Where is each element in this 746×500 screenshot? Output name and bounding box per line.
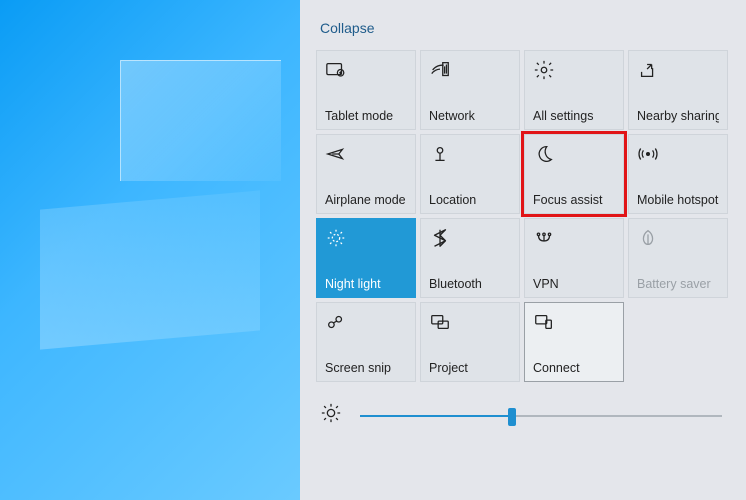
tile-location[interactable]: Location xyxy=(420,134,520,214)
project-icon xyxy=(429,311,451,333)
bluetooth-icon xyxy=(429,227,451,249)
tile-battery-saver[interactable]: Battery saver xyxy=(628,218,728,298)
tile-focus-assist[interactable]: Focus assist xyxy=(524,134,624,214)
tile-label: Nearby sharing xyxy=(637,109,719,123)
tile-tablet-mode[interactable]: Tablet mode xyxy=(316,50,416,130)
moon-icon xyxy=(533,143,555,165)
desktop-wallpaper xyxy=(0,0,300,500)
tile-airplane-mode[interactable]: Airplane mode xyxy=(316,134,416,214)
tile-mobile-hotspot[interactable]: Mobile hotspot xyxy=(628,134,728,214)
quick-action-tiles: Tablet mode Network All settings Nearby … xyxy=(316,50,730,382)
tile-bluetooth[interactable]: Bluetooth xyxy=(420,218,520,298)
tile-nearby-sharing[interactable]: Nearby sharing xyxy=(628,50,728,130)
tile-label: Mobile hotspot xyxy=(637,193,719,207)
tile-label: Bluetooth xyxy=(429,277,511,291)
tablet-mode-icon xyxy=(325,59,347,81)
tile-label: Project xyxy=(429,361,511,375)
brightness-icon xyxy=(320,402,342,429)
slider-fill xyxy=(360,415,512,417)
screen-snip-icon xyxy=(325,311,347,333)
hotspot-icon xyxy=(637,143,659,165)
action-center-panel: Collapse Tablet mode Network All setting… xyxy=(300,0,746,500)
night-light-icon xyxy=(325,227,347,249)
tile-label: Tablet mode xyxy=(325,109,407,123)
network-icon xyxy=(429,59,451,81)
brightness-slider[interactable] xyxy=(360,406,722,426)
tile-label: Focus assist xyxy=(533,193,615,207)
tile-network[interactable]: Network xyxy=(420,50,520,130)
tile-screen-snip[interactable]: Screen snip xyxy=(316,302,416,382)
tile-label: Battery saver xyxy=(637,277,719,291)
tile-label: VPN xyxy=(533,277,615,291)
connect-icon xyxy=(533,311,555,333)
tile-label: Location xyxy=(429,193,511,207)
tile-label: Screen snip xyxy=(325,361,407,375)
settings-gear-icon xyxy=(533,59,555,81)
vpn-icon xyxy=(533,227,555,249)
collapse-link[interactable]: Collapse xyxy=(320,20,374,36)
battery-leaf-icon xyxy=(637,227,659,249)
tile-all-settings[interactable]: All settings xyxy=(524,50,624,130)
tile-label: Connect xyxy=(533,361,615,375)
slider-thumb[interactable] xyxy=(508,408,516,426)
nearby-sharing-icon xyxy=(637,59,659,81)
tile-night-light[interactable]: Night light xyxy=(316,218,416,298)
tile-label: Night light xyxy=(325,277,407,291)
tile-label: Airplane mode xyxy=(325,193,407,207)
location-pin-icon xyxy=(429,143,451,165)
airplane-icon xyxy=(325,143,347,165)
tile-vpn[interactable]: VPN xyxy=(524,218,624,298)
tile-label: All settings xyxy=(533,109,615,123)
tile-project[interactable]: Project xyxy=(420,302,520,382)
brightness-row xyxy=(316,402,730,429)
tile-connect[interactable]: Connect xyxy=(524,302,624,382)
tile-label: Network xyxy=(429,109,511,123)
